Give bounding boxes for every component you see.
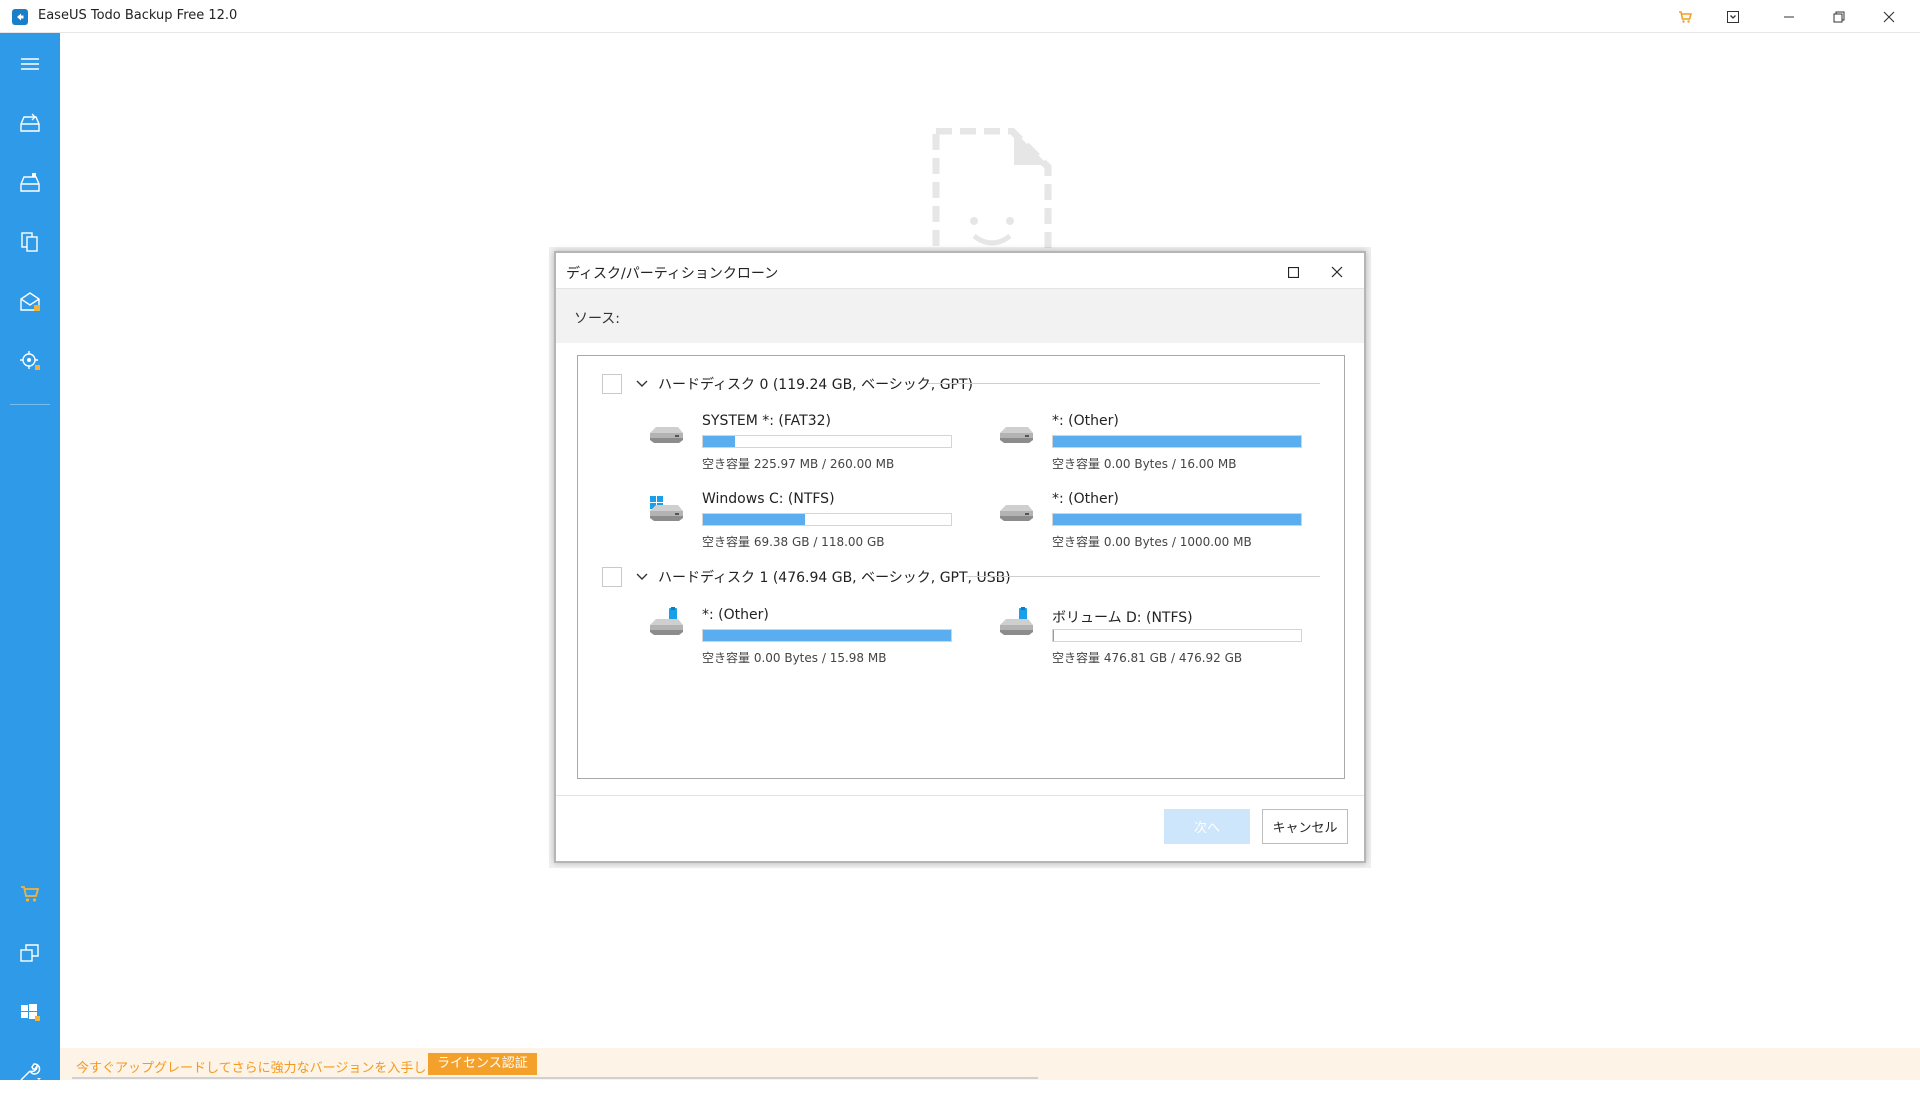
disk-header: ハードディスク 0 (119.24 GB, ベーシック, GPT) (602, 374, 973, 394)
partition-item[interactable]: Windows C: (NTFS) 空き容量 69.38 GB / 118.00… (646, 491, 976, 551)
windows-drive-icon (646, 495, 686, 531)
cart-icon[interactable] (1660, 0, 1710, 33)
usage-bar (1052, 435, 1302, 448)
disk-checkbox[interactable] (602, 567, 622, 587)
minimize-icon[interactable] (1764, 0, 1814, 33)
smart-backup-icon[interactable] (0, 338, 60, 384)
disk-checkbox[interactable] (602, 374, 622, 394)
disk-backup-icon[interactable] (0, 100, 60, 146)
hdd-icon (646, 423, 686, 453)
partition-name: ボリューム D: (NTFS) (1052, 610, 1193, 626)
capacity-text: 空き容量 476.81 GB / 476.92 GB (1052, 651, 1243, 665)
partition-name: Windows C: (NTFS) (702, 491, 835, 507)
dialog-title: ディスク/パーティションクローン (566, 266, 779, 282)
source-band: ソース: (556, 288, 1364, 343)
sidebar (0, 33, 60, 1081)
cart-icon[interactable] (0, 871, 60, 917)
close-icon[interactable] (1322, 259, 1352, 285)
footer-divider (556, 795, 1364, 796)
chevron-down-icon[interactable] (632, 573, 652, 581)
clone-icon[interactable] (0, 930, 60, 976)
usage-bar (1052, 513, 1302, 526)
partition-item[interactable]: *: (Other) 空き容量 0.00 Bytes / 1000.00 MB (996, 491, 1326, 551)
app-logo-icon (12, 9, 28, 25)
disk-list-panel: ハードディスク 0 (119.24 GB, ベーシック, GPT) SYSTEM… (577, 355, 1345, 779)
clone-dialog: ディスク/パーティションクローン ソース: ハードディスク 0 (119.24 … (554, 251, 1366, 863)
progress-line (72, 1077, 1038, 1079)
usb-drive-icon (646, 607, 686, 645)
disk-label: ハードディスク 1 (476.94 GB, ベーシック, GPT, USB) (658, 570, 1011, 586)
usage-fill (703, 436, 736, 447)
dropdown-box-icon[interactable] (1708, 0, 1758, 33)
partition-item[interactable]: *: (Other) 空き容量 0.00 Bytes / 16.00 MB (996, 413, 1326, 473)
license-activation-button[interactable]: ライセンス認証 (428, 1053, 537, 1075)
restore-icon[interactable] (1814, 0, 1864, 33)
usage-fill (703, 514, 805, 525)
source-label: ソース: (574, 311, 621, 327)
partition-name: *: (Other) (1052, 413, 1119, 429)
mail-backup-icon[interactable] (0, 279, 60, 325)
usage-fill (1053, 630, 1054, 641)
system-backup-icon[interactable] (0, 160, 60, 206)
title-bar: EaseUS Todo Backup Free 12.0 (0, 0, 1920, 33)
file-backup-icon[interactable] (0, 219, 60, 265)
partition-item[interactable]: SYSTEM *: (FAT32) 空き容量 225.97 MB / 260.0… (646, 413, 976, 473)
partition-name: *: (Other) (1052, 491, 1119, 507)
next-button[interactable]: 次へ (1164, 809, 1250, 844)
maximize-icon[interactable] (1278, 259, 1308, 285)
usage-bar (702, 629, 952, 642)
usage-fill (703, 630, 951, 641)
usb-drive-icon (996, 607, 1036, 645)
divider (928, 383, 1320, 384)
usage-bar (1052, 629, 1302, 642)
capacity-text: 空き容量 0.00 Bytes / 1000.00 MB (1052, 535, 1252, 549)
tools-icon[interactable] (0, 1049, 60, 1095)
divider (966, 576, 1320, 577)
empty-document-illustration (930, 127, 1054, 262)
usage-bar (702, 513, 952, 526)
partition-name: SYSTEM *: (FAT32) (702, 413, 831, 429)
hdd-icon (996, 423, 1036, 453)
usage-fill (1053, 436, 1301, 447)
usage-fill (1053, 514, 1301, 525)
upgrade-notice-bar: 今すぐアップグレードしてさらに強力なバージョンを入手しましょう。 ライセンス認証 (60, 1048, 1920, 1080)
menu-icon[interactable] (0, 41, 60, 87)
close-icon[interactable] (1864, 0, 1914, 33)
capacity-text: 空き容量 225.97 MB / 260.00 MB (702, 457, 895, 471)
app-title: EaseUS Todo Backup Free 12.0 (38, 8, 238, 23)
sidebar-divider (10, 404, 50, 405)
hdd-icon (996, 501, 1036, 531)
disk-label: ハードディスク 0 (119.24 GB, ベーシック, GPT) (658, 377, 974, 393)
disk-header: ハードディスク 1 (476.94 GB, ベーシック, GPT, USB) (602, 567, 1011, 587)
capacity-text: 空き容量 0.00 Bytes / 16.00 MB (1052, 457, 1237, 471)
chevron-down-icon[interactable] (632, 380, 652, 388)
windows-tools-icon[interactable] (0, 989, 60, 1035)
capacity-text: 空き容量 69.38 GB / 118.00 GB (702, 535, 885, 549)
cancel-button[interactable]: キャンセル (1262, 809, 1348, 844)
partition-item[interactable]: ボリューム D: (NTFS) 空き容量 476.81 GB / 476.92 … (996, 607, 1326, 667)
capacity-text: 空き容量 0.00 Bytes / 15.98 MB (702, 651, 887, 665)
partition-item[interactable]: *: (Other) 空き容量 0.00 Bytes / 15.98 MB (646, 607, 976, 667)
partition-name: *: (Other) (702, 607, 769, 623)
usage-bar (702, 435, 952, 448)
